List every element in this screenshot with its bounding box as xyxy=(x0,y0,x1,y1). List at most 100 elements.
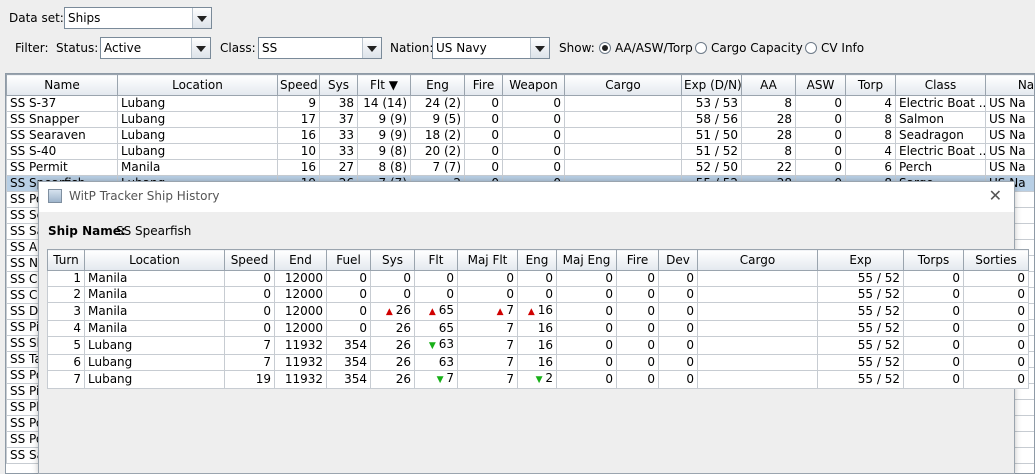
radio-cargo-capacity[interactable] xyxy=(695,42,707,54)
table-cell: SS Searaven xyxy=(6,127,118,144)
table-row[interactable]: 2 Manila 0 12000 0 0 0 0 0 0 0 0 55 / 52 0 0 xyxy=(47,286,1029,303)
column-header[interactable]: Flt ▼ xyxy=(357,74,411,96)
radio-aa-asw-torp[interactable] xyxy=(599,42,611,54)
arrow-down-icon: ▼ xyxy=(428,341,439,351)
table-cell: 0 xyxy=(224,320,275,337)
column-header[interactable]: Eng xyxy=(410,74,465,96)
table-cell: 8 xyxy=(741,95,796,112)
table-cell: 0 xyxy=(464,111,503,128)
column-header[interactable]: Exp xyxy=(817,249,904,271)
table-row[interactable]: 5 Lubang 7 11932 354 26 ▼ 63 7 16 0 0 0 55 / 52 0 0 xyxy=(47,336,1029,355)
table-cell: 16 xyxy=(517,336,557,355)
table-cell: 0 xyxy=(414,270,458,287)
column-header[interactable]: Speed xyxy=(224,249,275,271)
column-header[interactable]: Sorties xyxy=(963,249,1029,271)
table-cell xyxy=(697,320,818,337)
table-cell: 38 xyxy=(319,95,358,112)
nation-combo[interactable]: US Navy xyxy=(432,37,550,59)
table-row[interactable]: SS S-37 Lubang 9 38 14 (14) 24 (2) 0 0 53 / 53 8 0… xyxy=(6,95,1034,112)
column-header[interactable]: Eng xyxy=(517,249,557,271)
arrow-down-icon: ▼ xyxy=(436,375,447,385)
table-cell: 3 xyxy=(47,302,85,321)
column-header[interactable]: Cargo xyxy=(697,249,818,271)
table-row[interactable]: SS Snapper Lubang 17 37 9 (9) 9 (5) 0 0 58 / 56 2… xyxy=(6,111,1034,128)
column-header[interactable]: Fuel xyxy=(326,249,371,271)
table-row[interactable]: 3 Manila 0 12000 0 ▲ 26 ▲ 65 ▲ 7 ▲ 16 0 0 0 55 / 52 0… xyxy=(47,302,1029,321)
table-cell: 7 xyxy=(47,370,85,389)
chevron-down-icon[interactable] xyxy=(191,38,210,58)
table-row[interactable]: SS Searaven Lubang 16 33 9 (9) 18 (2) 0 0 51 / 5… xyxy=(6,127,1034,144)
column-header[interactable]: Dev xyxy=(658,249,698,271)
table-row[interactable]: 4 Manila 0 12000 0 26 65 7 16 0 0 0 55 / 52 0 0 xyxy=(47,320,1029,337)
app-icon xyxy=(48,189,62,203)
history-table[interactable]: Turn Location Speed End Fuel Sys Flt Maj Flt Eng… xyxy=(47,249,1029,449)
column-header[interactable]: Turn xyxy=(47,249,85,271)
dialog-titlebar[interactable]: WitP Tracker Ship History ✕ xyxy=(39,182,1014,212)
column-header[interactable]: Location xyxy=(117,74,278,96)
column-header[interactable]: Speed xyxy=(277,74,320,96)
status-value: Active xyxy=(104,41,142,55)
table-cell: 51 / 50 xyxy=(681,127,742,144)
table-row[interactable]: 6 Lubang 7 11932 354 26 63 7 16 0 0 0 55 / 52 0 0 xyxy=(47,354,1029,371)
column-header[interactable]: Exp (D/N) xyxy=(681,74,742,96)
column-header[interactable]: Maj Eng xyxy=(556,249,617,271)
table-cell xyxy=(697,302,818,321)
table-cell: 0 xyxy=(326,320,371,337)
column-header[interactable]: Maj Flt xyxy=(457,249,518,271)
table-cell: Lubang xyxy=(117,143,278,160)
table-cell: 19 xyxy=(224,370,275,389)
column-header[interactable]: End xyxy=(274,249,327,271)
table-row[interactable]: 7 Lubang 19 11932 354 26 ▼ 7 7 ▼ 2 0 0 0 55 / 52 0 0 xyxy=(47,370,1029,389)
column-header[interactable]: Name xyxy=(6,74,118,96)
table-cell: 17 xyxy=(277,111,320,128)
table-cell: 0 xyxy=(502,127,565,144)
column-header[interactable]: Na xyxy=(985,74,1034,96)
ship-history-dialog: WitP Tracker Ship History ✕ Ship Name: S… xyxy=(38,181,1029,474)
column-header[interactable]: Sys xyxy=(319,74,358,96)
table-cell: 0 xyxy=(370,286,415,303)
chevron-down-icon[interactable] xyxy=(530,38,549,58)
column-header[interactable]: Location xyxy=(84,249,225,271)
column-header[interactable]: Flt xyxy=(414,249,458,271)
dataset-combo[interactable]: Ships xyxy=(64,7,212,29)
close-icon[interactable]: ✕ xyxy=(989,186,1002,205)
table-cell: 26 xyxy=(370,354,415,371)
column-header[interactable]: Sys xyxy=(370,249,415,271)
column-header[interactable]: Weapon xyxy=(502,74,565,96)
table-cell: 28 xyxy=(741,127,796,144)
table-cell: 0 xyxy=(658,302,698,321)
column-header[interactable]: Fire xyxy=(616,249,659,271)
table-row[interactable]: SS Permit Manila 16 27 8 (8) 7 (7) 0 0 52 / 50 22… xyxy=(6,159,1034,176)
chevron-down-icon[interactable] xyxy=(192,8,211,28)
column-header[interactable]: Fire xyxy=(464,74,503,96)
table-cell: 9 (8) xyxy=(357,143,411,160)
class-combo[interactable]: SS xyxy=(258,37,382,59)
table-cell: Lubang xyxy=(84,336,225,355)
table-cell: 8 xyxy=(845,111,896,128)
table-cell: 0 xyxy=(556,320,617,337)
table-cell: 0 xyxy=(457,270,518,287)
column-header[interactable]: Torp xyxy=(845,74,896,96)
table-cell: 0 xyxy=(556,336,617,355)
column-header[interactable]: AA xyxy=(741,74,796,96)
column-header[interactable]: Cargo xyxy=(564,74,682,96)
table-cell: 16 xyxy=(277,159,320,176)
dataset-label: Data set: xyxy=(9,11,64,25)
status-combo[interactable]: Active xyxy=(100,37,211,59)
radio-cv-info[interactable] xyxy=(805,42,817,54)
column-header[interactable]: ASW xyxy=(795,74,846,96)
table-cell: Manila xyxy=(84,302,225,321)
nation-value: US Navy xyxy=(436,41,487,55)
table-cell: 51 / 52 xyxy=(681,143,742,160)
column-header[interactable]: Torps xyxy=(903,249,964,271)
table-cell: 12000 xyxy=(274,286,327,303)
chevron-down-icon[interactable] xyxy=(362,38,381,58)
column-header[interactable]: Class xyxy=(895,74,986,96)
table-row[interactable]: SS S-40 Lubang 10 33 9 (8) 20 (2) 0 0 51 / 52 8 0 4… xyxy=(6,143,1034,160)
dataset-value: Ships xyxy=(68,11,101,25)
table-row[interactable]: 1 Manila 0 12000 0 0 0 0 0 0 0 0 55 / 52 0 0 xyxy=(47,270,1029,287)
table-cell: 2 xyxy=(47,286,85,303)
table-cell xyxy=(564,127,682,144)
table-cell: 0 xyxy=(464,143,503,160)
arrow-up-icon: ▲ xyxy=(428,307,439,317)
